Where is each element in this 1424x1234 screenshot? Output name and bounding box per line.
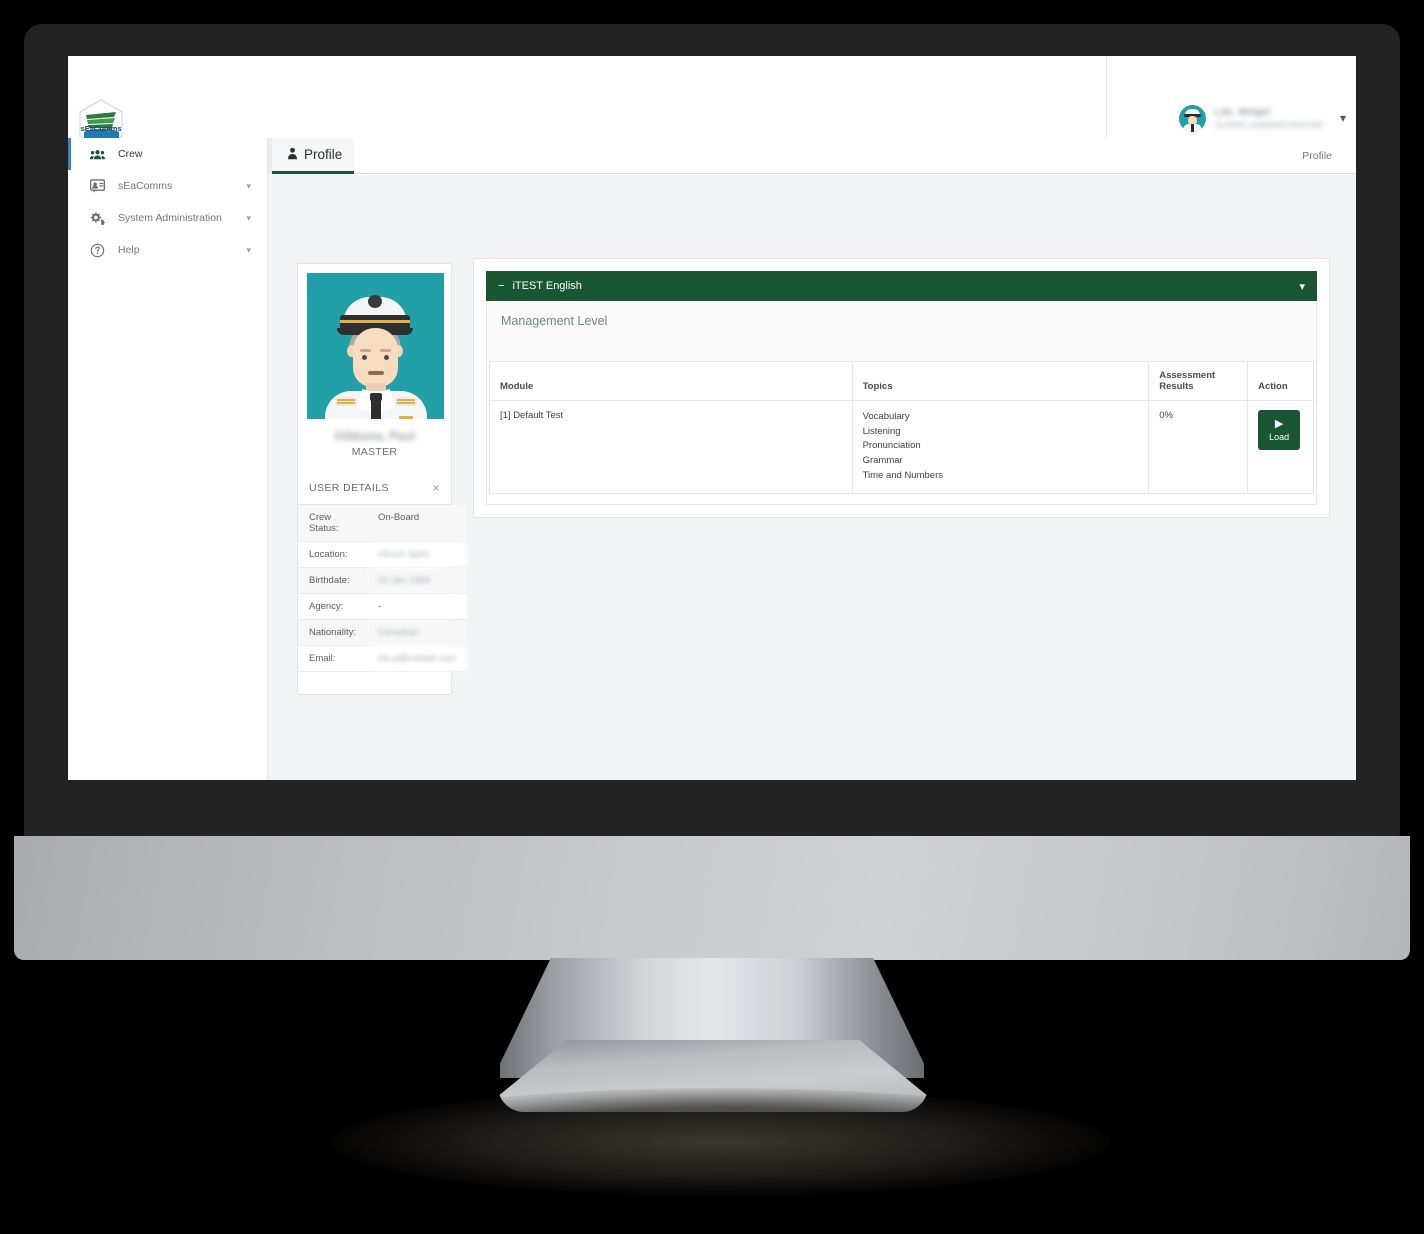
play-icon: ▶ xyxy=(1274,417,1284,430)
user-tie-icon xyxy=(286,147,299,163)
cell-action: ▶ Load xyxy=(1247,400,1314,494)
user-details-table: Crew Status: On-Board Location: Hirsch S… xyxy=(298,505,468,672)
column-header-topics: Topics xyxy=(851,361,1150,401)
user-details-header: USER DETAILS × xyxy=(298,472,451,505)
detail-key: Location: xyxy=(298,541,367,568)
chevron-down-icon: ▾ xyxy=(246,180,251,191)
sidebar-item-label: System Administration xyxy=(118,212,222,224)
topic-item: Grammar xyxy=(862,455,903,467)
monitor-chin xyxy=(14,836,1410,960)
detail-value: his.p@misted.com xyxy=(367,645,468,672)
table-row: Agency: - xyxy=(298,593,468,620)
detail-value: On-Board xyxy=(367,505,468,542)
breadcrumb: Profile xyxy=(1302,150,1332,162)
column-header-module: Module xyxy=(489,361,853,401)
chat-box-icon xyxy=(90,179,105,193)
detail-key: Birthdate: xyxy=(298,567,367,594)
monitor-screen: sEaComms Lds. Weigel SUPER ADMINISTRATOR… xyxy=(68,56,1356,780)
assessment-panel: − iTEST English ▾ Management Level Modul… xyxy=(473,258,1330,518)
accordion-header-itest-english[interactable]: − iTEST English ▾ xyxy=(486,271,1317,301)
cell-assessment-result: 0% xyxy=(1148,400,1249,494)
accordion-body: Management Level Module Topics Assessmen… xyxy=(486,301,1317,505)
module-table: Module Topics Assessment Results Action xyxy=(489,361,1314,494)
sidebar-item-crew[interactable]: Crew xyxy=(68,138,267,170)
profile-rank: MASTER xyxy=(351,446,398,458)
sidebar-item-seacomms[interactable]: sEaComms ▾ xyxy=(68,170,267,202)
table-row: Birthdate: 21 Jan 1968 xyxy=(298,567,468,594)
detail-key: Email: xyxy=(298,645,367,672)
detail-value: - xyxy=(367,593,468,620)
monitor-shadow xyxy=(330,1088,1110,1196)
monitor-scene: sEaComms Lds. Weigel SUPER ADMINISTRATOR… xyxy=(0,0,1424,1234)
detail-value: Canadian xyxy=(367,619,468,646)
cell-module: [1] Default Test xyxy=(489,400,853,494)
avatar xyxy=(1178,104,1206,132)
table-row: Location: Hirsch Spirit xyxy=(298,541,468,568)
gears-icon xyxy=(90,211,105,225)
sidebar-item-label: Crew xyxy=(118,148,143,160)
topbar-divider xyxy=(1106,56,1107,138)
user-details-title: USER DETAILS xyxy=(309,482,389,494)
accordion-label: iTEST English xyxy=(512,280,582,292)
detail-value: 21 Jan 1968 xyxy=(367,567,468,594)
table-row: Email: his.p@misted.com xyxy=(298,645,468,672)
table-header-row: Module Topics Assessment Results Action xyxy=(489,361,1314,401)
load-button-label: Load xyxy=(1269,431,1290,442)
topic-item: Vocabulary xyxy=(862,411,910,422)
assessment-header-line2: Results xyxy=(1159,381,1194,392)
table-row: Nationality: Canadian xyxy=(298,619,468,646)
cell-topics: Vocabulary Listening Pronunciation Gramm… xyxy=(851,400,1150,494)
topic-item: Time and Numbers xyxy=(862,469,943,481)
sidebar-item-help[interactable]: Help ▾ xyxy=(68,234,267,266)
column-header-action: Action xyxy=(1247,361,1314,401)
sidebar-item-label: sEaComms xyxy=(118,180,173,192)
sidebar-item-system-administration[interactable]: System Administration ▾ xyxy=(68,202,267,234)
logo-text: sEaComms xyxy=(81,124,122,133)
topic-item: Pronunciation xyxy=(862,440,921,452)
content-area: Gibbons, Paul MASTER USER DETAILS × Crew… xyxy=(268,175,1356,780)
level-title: Management Level xyxy=(487,301,1316,341)
application-window: sEaComms Lds. Weigel SUPER ADMINISTRATOR… xyxy=(68,56,1356,780)
user-role: SUPER ADMINISTRATOR xyxy=(1214,119,1323,130)
user-menu[interactable]: Lds. Weigel SUPER ADMINISTRATOR ▾ xyxy=(1178,98,1346,138)
chevron-down-icon: ▾ xyxy=(246,212,251,223)
topic-item: Listening xyxy=(862,425,901,437)
user-identity: Lds. Weigel SUPER ADMINISTRATOR xyxy=(1215,107,1323,130)
level-subrow xyxy=(487,341,1316,361)
detail-key: Nationality: xyxy=(298,619,367,646)
tab-profile-label: Profile xyxy=(304,147,343,162)
top-bar: sEaComms Lds. Weigel SUPER ADMINISTRATOR… xyxy=(68,56,1356,149)
detail-key: Agency: xyxy=(298,593,367,620)
question-circle-icon xyxy=(90,243,105,258)
sidebar: Crew sEaComms ▾ System Administration ▾ … xyxy=(68,138,268,780)
chevron-down-icon[interactable]: ▾ xyxy=(1340,111,1346,125)
load-button[interactable]: ▶ Load xyxy=(1258,410,1301,450)
detail-value: Hirsch Spirit xyxy=(367,541,468,568)
column-header-assessment-results: Assessment Results xyxy=(1148,361,1249,401)
card-spacer xyxy=(298,672,451,694)
caret-down-icon[interactable]: ▾ xyxy=(1299,280,1305,293)
user-name: Lds. Weigel xyxy=(1214,106,1270,118)
close-icon[interactable]: × xyxy=(433,481,440,495)
profile-card: Gibbons, Paul MASTER USER DETAILS × Crew… xyxy=(297,263,468,695)
detail-key: Crew Status: xyxy=(298,505,367,542)
users-icon xyxy=(90,148,105,161)
table-row: [1] Default Test Vocabulary Listening Pr… xyxy=(489,400,1314,494)
captain-avatar-photo xyxy=(307,273,444,419)
chevron-down-icon: ▾ xyxy=(246,244,251,255)
profile-name: Gibbons, Paul xyxy=(334,429,415,443)
assessment-header-line1: Assessment xyxy=(1159,370,1216,381)
minus-icon[interactable]: − xyxy=(498,280,504,292)
table-row: Crew Status: On-Board xyxy=(298,505,468,542)
sidebar-item-label: Help xyxy=(118,244,140,256)
tab-profile[interactable]: Profile xyxy=(272,138,354,174)
